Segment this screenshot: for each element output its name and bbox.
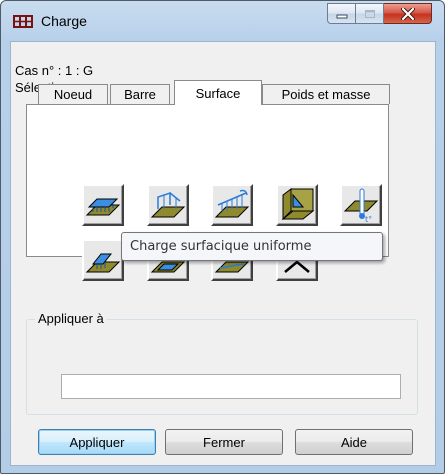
charge-dialog: Charge Cas n°: 1: G Noeud Barre Surfac… xyxy=(0,0,445,474)
close-window-button[interactable] xyxy=(384,3,432,24)
tab-surface[interactable]: Surface xyxy=(174,80,262,105)
grid-structure-icon xyxy=(13,15,33,28)
thermal-load-button[interactable]: t° xyxy=(340,184,382,226)
uniform-surface-load-icon xyxy=(85,198,121,216)
apply-to-label: Appliquer à xyxy=(35,311,107,326)
tooltip: Charge surfacique uniforme xyxy=(121,232,383,261)
tab-poids-et-masse[interactable]: Poids et masse xyxy=(262,84,390,104)
help-button[interactable]: Aide xyxy=(295,429,413,455)
linear-load-3-points-button[interactable] xyxy=(147,184,189,226)
apply-button[interactable]: Appliquer xyxy=(38,429,156,455)
planar-load-on-contour-button[interactable] xyxy=(82,239,124,281)
window-title: Charge xyxy=(41,13,87,29)
case-number-text: Cas n° : 1 : G xyxy=(15,63,94,78)
apply-to-input[interactable] xyxy=(61,374,401,399)
thermal-load-icon: t° xyxy=(343,188,379,223)
minimize-icon xyxy=(328,4,355,23)
tab-barre[interactable]: Barre xyxy=(110,84,170,104)
close-button[interactable]: Fermer xyxy=(165,429,283,455)
title-bar[interactable]: Charge xyxy=(1,1,444,41)
close-icon xyxy=(384,4,431,23)
contour-load-button[interactable] xyxy=(211,184,253,226)
tab-noeud[interactable]: Noeud xyxy=(38,84,108,104)
svg-text:t°: t° xyxy=(365,215,372,223)
apply-to-group xyxy=(26,319,418,415)
minimize-button[interactable] xyxy=(327,3,356,24)
linear-load-3-points-icon xyxy=(150,191,186,218)
hydrostatic-pressure-button[interactable] xyxy=(276,184,318,226)
maximize-icon xyxy=(356,4,383,23)
contour-load-icon xyxy=(214,189,250,218)
maximize-button[interactable] xyxy=(356,3,384,24)
planar-load-on-contour-icon xyxy=(85,253,121,273)
uniform-surface-load-button[interactable] xyxy=(82,184,124,226)
hydrostatic-pressure-icon xyxy=(281,188,315,221)
